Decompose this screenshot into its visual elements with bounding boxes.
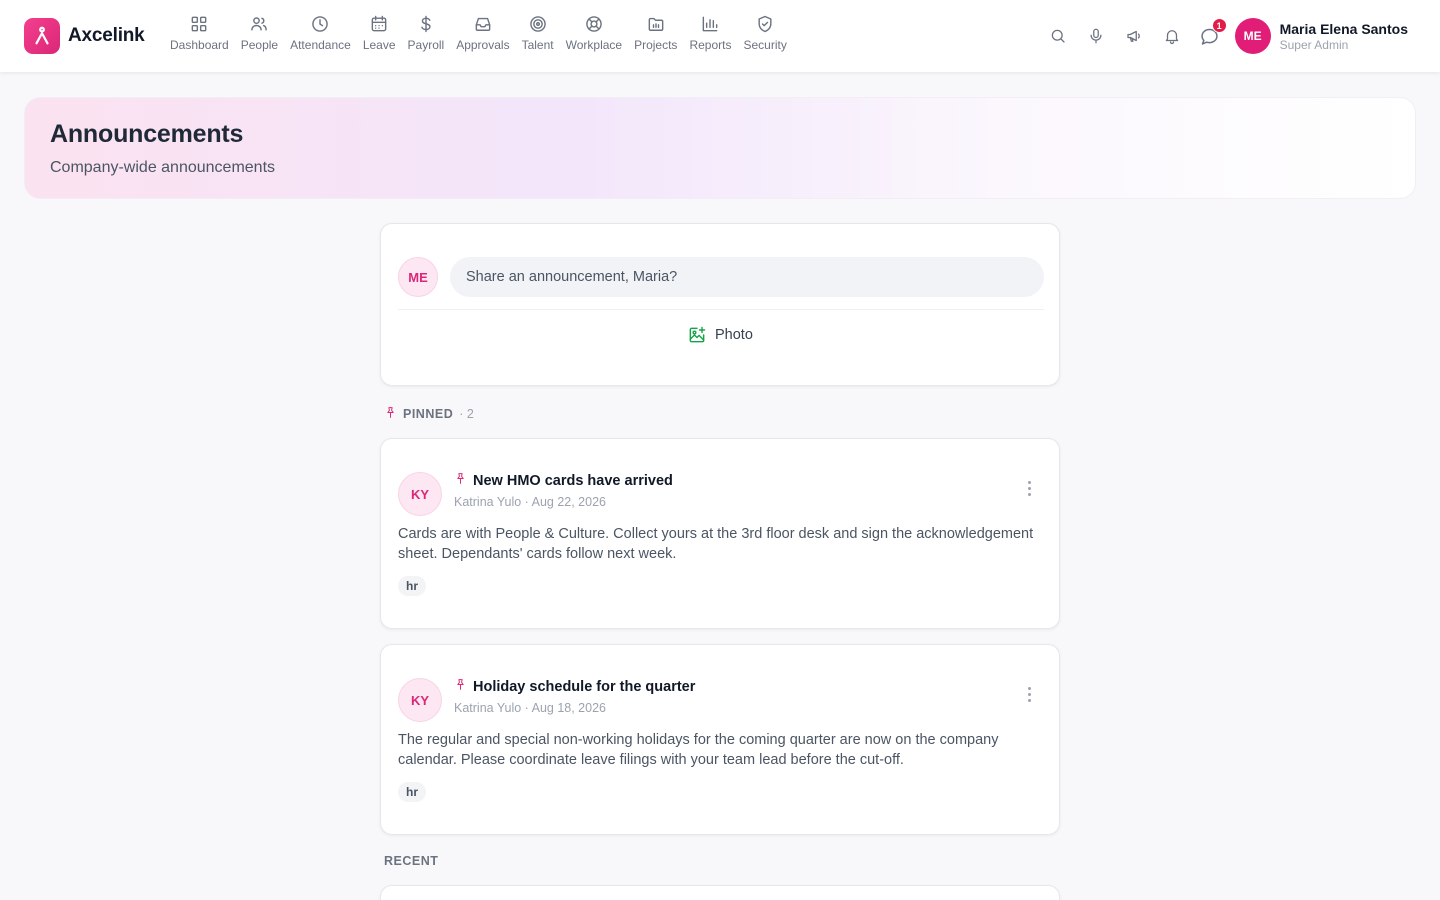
- nav-item-leave[interactable]: Leave: [357, 14, 402, 52]
- recent-label: RECENT: [384, 854, 439, 868]
- clock-icon: [312, 16, 329, 32]
- target-icon: [529, 16, 546, 32]
- messages-button[interactable]: 1: [1191, 16, 1229, 56]
- shield-icon: [758, 15, 772, 33]
- page-title: Announcements: [50, 120, 244, 148]
- bar-chart-icon: [703, 16, 718, 32]
- post-tag[interactable]: hr: [398, 782, 426, 802]
- page-header: Announcements Company-wide announcements: [24, 97, 1416, 199]
- nav-item-payroll[interactable]: Payroll: [402, 14, 451, 52]
- nav-item-projects[interactable]: Projects: [628, 14, 683, 52]
- dollar-icon: [421, 15, 431, 33]
- post-tag[interactable]: hr: [398, 576, 426, 596]
- user-name: Maria Elena Santos: [1279, 20, 1408, 37]
- announcements-button[interactable]: [1115, 16, 1153, 56]
- more-icon: [1027, 686, 1031, 690]
- post-header: New HMO cards have arrived Katrina Yulo …: [454, 472, 673, 509]
- notifications-button[interactable]: [1153, 16, 1191, 56]
- nav-item-attendance[interactable]: Attendance: [284, 14, 357, 52]
- nav-label: Reports: [689, 38, 732, 52]
- bell-icon: [1165, 30, 1178, 45]
- pin-icon: [454, 678, 467, 696]
- people-icon: [251, 17, 268, 31]
- post-body: Cards are with People & Culture. Collect…: [398, 526, 1034, 562]
- app-name: Axcelink: [68, 25, 145, 46]
- header-tools: 1 ME Maria Elena Santos Super Admin: [1039, 16, 1408, 56]
- nav-item-reports[interactable]: Reports: [683, 14, 737, 52]
- page-subtitle: Company-wide announcements: [50, 159, 276, 176]
- nav-label: Approvals: [456, 38, 510, 52]
- post-header: Holiday schedule for the quarter Katrina…: [454, 678, 695, 715]
- nav-label: Leave: [362, 38, 396, 52]
- nav-label: Workplace: [565, 38, 623, 52]
- inbox-icon: [475, 17, 491, 31]
- brand[interactable]: Axcelink: [24, 18, 145, 54]
- user-role: Super Admin: [1279, 37, 1349, 52]
- announcement-composer: ME Share an announcement, Maria? Photo: [380, 223, 1060, 386]
- post-meta: Katrina Yulo · Aug 22, 2026: [454, 495, 606, 509]
- more-options-button[interactable]: [1023, 683, 1035, 705]
- divider: [398, 309, 1044, 310]
- messages-badge: 1: [1211, 18, 1227, 33]
- share-announcement-input[interactable]: Share an announcement, Maria?: [450, 257, 1044, 297]
- add-photo-button[interactable]: Photo: [687, 325, 753, 345]
- calendar-icon: [371, 15, 387, 32]
- recent-section-label: RECENT: [384, 854, 438, 868]
- pinned-label: PINNED: [403, 407, 454, 421]
- microphone-icon: [1090, 28, 1102, 44]
- post-title[interactable]: New HMO cards have arrived: [473, 473, 673, 489]
- main-nav: Dashboard People Attendance Leave Payrol…: [164, 14, 793, 52]
- pin-icon: [384, 406, 397, 422]
- top-navigation-bar: Axcelink Dashboard People Attendance Lea…: [0, 0, 1440, 72]
- more-icon: [1027, 480, 1031, 484]
- voice-button[interactable]: [1077, 16, 1115, 56]
- post-meta: Katrina Yulo · Aug 18, 2026: [454, 701, 606, 715]
- folder-icon: [648, 17, 664, 31]
- nav-item-security[interactable]: Security: [737, 14, 792, 52]
- post-title[interactable]: Holiday schedule for the quarter: [473, 679, 695, 695]
- announcement-card: KY Holiday schedule for the quarter Katr…: [380, 644, 1060, 835]
- nav-item-dashboard[interactable]: Dashboard: [164, 14, 235, 52]
- user-menu[interactable]: ME Maria Elena Santos Super Admin: [1234, 18, 1408, 54]
- megaphone-icon: [1126, 30, 1140, 42]
- nav-item-people[interactable]: People: [235, 14, 284, 52]
- announcement-card: KY New HMO cards have arrived Katrina Yu…: [380, 438, 1060, 629]
- pin-icon: [454, 472, 467, 490]
- nav-label: Projects: [634, 38, 678, 52]
- nav-item-talent[interactable]: Talent: [516, 14, 560, 52]
- avatar: KY: [398, 472, 442, 516]
- nav-item-approvals[interactable]: Approvals: [450, 14, 515, 52]
- avatar: KY: [398, 678, 442, 722]
- nav-label: Security: [743, 38, 787, 52]
- image-add-icon: [689, 326, 706, 343]
- post-body: The regular and special non-working holi…: [398, 732, 999, 768]
- lifebuoy-icon: [586, 16, 602, 32]
- nav-item-workplace[interactable]: Workplace: [560, 14, 628, 52]
- nav-label: Payroll: [407, 38, 445, 52]
- announcement-card: [380, 885, 1060, 900]
- more-options-button[interactable]: [1023, 477, 1035, 499]
- nav-label: Talent: [521, 38, 554, 52]
- app-logo: [24, 18, 60, 54]
- search-icon: [1051, 29, 1065, 43]
- nav-label: People: [240, 38, 279, 52]
- photo-label: Photo: [715, 327, 753, 343]
- search-button[interactable]: [1039, 16, 1077, 56]
- pinned-section-label: PINNED · 2: [384, 406, 474, 422]
- avatar: ME: [398, 257, 438, 297]
- pinned-count: · 2: [459, 407, 474, 421]
- nav-label: Attendance: [290, 38, 351, 52]
- dashboard-icon: [191, 16, 207, 32]
- avatar: ME: [1234, 18, 1271, 54]
- nav-label: Dashboard: [170, 38, 229, 52]
